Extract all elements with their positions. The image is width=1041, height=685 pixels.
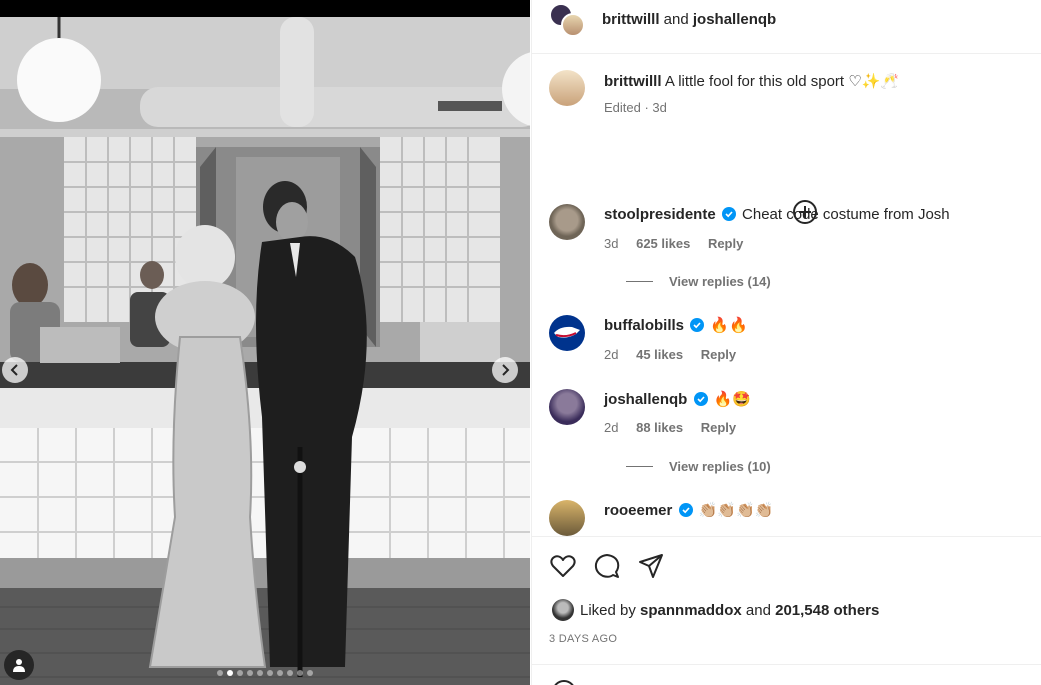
collab-avatars[interactable] <box>549 3 589 39</box>
previous-slide-button[interactable] <box>2 357 28 383</box>
photo-illustration <box>0 17 530 685</box>
comment-age: 2d <box>604 420 619 435</box>
reply-button[interactable]: Reply <box>708 236 743 251</box>
verified-badge-icon <box>693 392 708 406</box>
avatar <box>561 13 585 37</box>
avatar[interactable] <box>549 389 585 425</box>
share-send-icon[interactable] <box>637 552 665 580</box>
post-authors: brittwilll and joshallenqb <box>602 11 776 28</box>
like-heart-icon[interactable] <box>549 552 577 580</box>
carousel-dot <box>307 670 313 676</box>
comment-username[interactable]: stoolpresidente <box>604 206 716 223</box>
view-replies-label: View replies (14) <box>669 274 771 289</box>
chevron-right-icon <box>502 364 510 376</box>
verified-badge-icon <box>678 503 693 517</box>
comment-likes[interactable]: 45 likes <box>636 347 683 362</box>
carousel-dot <box>237 670 243 676</box>
authors-joiner: and <box>663 11 689 28</box>
media-panel <box>0 0 530 685</box>
likes-count[interactable]: 201,548 others <box>775 602 879 619</box>
verified-badge-icon <box>721 207 736 221</box>
divider <box>626 281 653 282</box>
liked-by-joiner: and <box>745 601 771 619</box>
post-photo[interactable] <box>0 17 530 685</box>
bills-logo-icon <box>554 326 580 338</box>
carousel-dot <box>297 670 303 676</box>
caption-username[interactable]: brittwilll <box>604 73 662 90</box>
divider <box>626 466 653 467</box>
carousel-dot <box>257 670 263 676</box>
view-replies-button[interactable]: View replies (14) <box>626 274 771 289</box>
comment-meta: 2d 45 likes Reply <box>604 347 750 362</box>
comment-username[interactable]: rooeemer <box>604 502 672 519</box>
post-actions: Liked by spannmaddox and 201,548 others … <box>532 536 1041 664</box>
author-username[interactable]: brittwilll <box>602 11 660 28</box>
comment-likes[interactable]: 625 likes <box>636 236 690 251</box>
liked-by-prefix: Liked by <box>580 601 636 619</box>
comment-username[interactable]: buffalobills <box>604 317 684 334</box>
view-replies-button[interactable]: View replies (10) <box>626 459 771 474</box>
comment-meta: 2d 88 likes Reply <box>604 420 750 435</box>
comment-age: 2d <box>604 347 619 362</box>
caption-text: A little fool for this old sport ♡✨🥂 <box>664 73 900 90</box>
divider <box>532 664 1041 665</box>
reply-button[interactable]: Reply <box>701 420 736 435</box>
carousel-dot <box>277 670 283 676</box>
comment-meta: 3d 625 likes Reply <box>604 236 757 251</box>
post-date[interactable]: 3 DAYS AGO <box>549 633 617 645</box>
carousel-dot <box>217 670 223 676</box>
comment-text: 🔥🔥 <box>710 317 748 334</box>
reply-button[interactable]: Reply <box>701 347 736 362</box>
avatar[interactable] <box>549 315 585 351</box>
comment-text: 🔥🤩 <box>713 391 752 408</box>
comment-age: 3d <box>604 236 619 251</box>
caption-meta: Edited · 3d <box>604 100 667 115</box>
view-replies-label: View replies (10) <box>669 459 771 474</box>
liked-by-row: Liked by spannmaddox and 201,548 others <box>552 599 879 621</box>
carousel-dot <box>227 670 233 676</box>
emoji-icon[interactable] <box>552 680 576 685</box>
media-top-bar <box>0 0 530 17</box>
avatar[interactable] <box>549 70 585 106</box>
carousel-dot <box>267 670 273 676</box>
post-header: brittwilll and joshallenqb <box>532 0 1041 54</box>
comment-likes[interactable]: 88 likes <box>636 420 683 435</box>
carousel-dot <box>247 670 253 676</box>
comment-text: 👏🏼👏🏼👏🏼👏🏼 <box>698 502 774 519</box>
avatar[interactable] <box>549 204 585 240</box>
avatar[interactable] <box>552 599 574 621</box>
liked-by-user[interactable]: spannmaddox <box>640 602 742 619</box>
chevron-left-icon <box>10 364 18 376</box>
post-details-panel: brittwilll and joshallenqb brittwilll A … <box>531 0 1041 685</box>
next-slide-button[interactable] <box>492 357 518 383</box>
comment-text: Cheat code costume from Josh <box>742 206 950 223</box>
comment-bubble-icon[interactable] <box>593 552 621 580</box>
carousel-dots <box>0 670 530 676</box>
carousel-dot <box>287 670 293 676</box>
avatar[interactable] <box>549 500 585 536</box>
user-icon <box>13 659 25 672</box>
verified-badge-icon <box>690 318 705 332</box>
comment-username[interactable]: joshallenqb <box>604 391 687 408</box>
tagged-people-button[interactable] <box>4 650 34 680</box>
coauthor-username[interactable]: joshallenqb <box>693 11 776 28</box>
comments-section[interactable]: brittwilll A little fool for this old sp… <box>532 54 1041 536</box>
